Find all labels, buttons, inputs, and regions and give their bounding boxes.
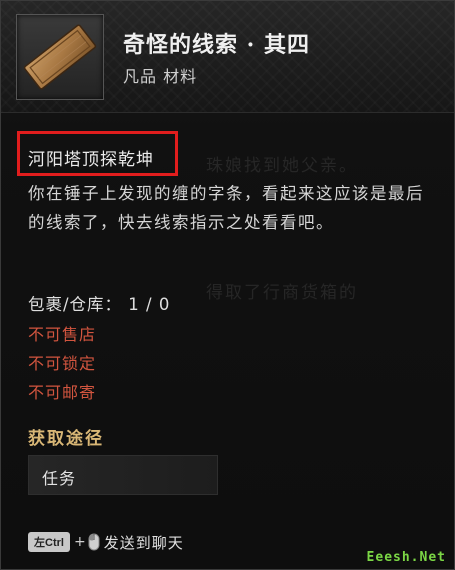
item-icon-frame [16,14,104,100]
restriction-no-sell: 不可售店 [28,325,97,344]
hint-title: 河阳塔顶探乾坤 [28,150,154,170]
site-watermark: Eeesh.Net [366,550,446,565]
item-title: 奇怪的线索 · 其四 [123,32,310,58]
background-ghost-text: 得取了行商货箱的 [206,283,358,303]
background-ghost-text: 珠娘找到她父亲。 [206,156,358,176]
acquire-source-label: 任务 [42,469,77,488]
ctrl-key-badge: 左Ctrl [28,532,70,552]
item-description: 你在锤子上发现的缠的字条，看起来这应该是最后的线索了，快去线索指示之处看看吧。 [28,184,424,232]
send-to-chat-hint: 左Ctrl + 发送到聊天 [28,531,184,553]
storage-count: 包裹/仓库： 1 / 0 [28,295,171,314]
restriction-no-lock: 不可锁定 [28,354,97,373]
item-quality-type: 凡品 材料 [123,67,198,86]
paper-scroll-icon [23,24,97,90]
send-to-chat-label: 发送到聊天 [103,533,184,552]
acquire-heading: 获取途径 [28,429,104,449]
mouse-icon [88,533,100,551]
acquire-source-quest[interactable]: 任务 [28,455,218,495]
restriction-no-mail: 不可邮寄 [28,383,97,402]
item-tooltip: 奇怪的线索 · 其四 凡品 材料 珠娘找到她父亲。 得取了行商货箱的 河阳塔顶探… [0,0,455,570]
plus-sign: + [73,534,86,550]
